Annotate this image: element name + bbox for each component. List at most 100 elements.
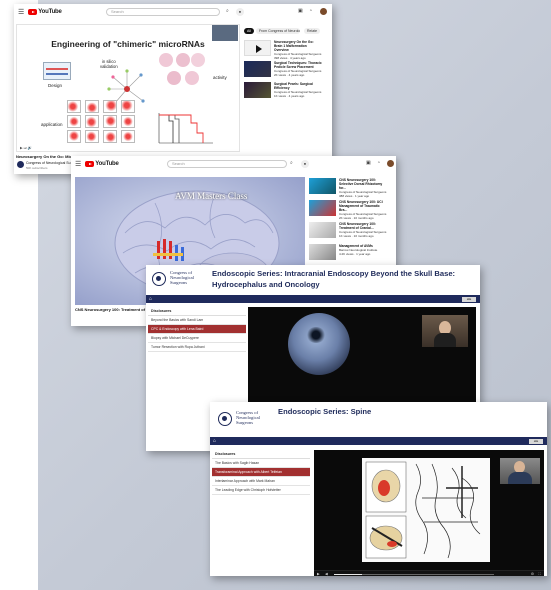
related-video[interactable]: Management of AVMs Barrow Neurological In… bbox=[309, 244, 387, 260]
org-name: Congress of Neurological Surgeons bbox=[170, 270, 194, 285]
progress-fill bbox=[334, 573, 362, 575]
related-video[interactable]: Surgical Techniques: Thoracic Pedicle Sc… bbox=[244, 61, 322, 77]
prev-next-buttons[interactable]: ◂ ▸ bbox=[529, 438, 543, 444]
course-header: Congress of Neurological Surgeons Endosc… bbox=[210, 402, 547, 434]
video-title: CNS Neurosurgery 100: Selective Dorsal R… bbox=[339, 178, 383, 190]
video-meta: 4.2K views · 1 year ago bbox=[339, 252, 371, 256]
chapter-list: Disclosures The Basics with Sagib Hasan … bbox=[212, 450, 310, 495]
video-title: CNS Neurosurgery 100: Treatment of A bbox=[75, 307, 149, 312]
spine-illustration bbox=[365, 461, 481, 559]
chapter-list: Disclosures Beyond the Basics with Sandi… bbox=[148, 307, 246, 352]
search-input[interactable]: Search bbox=[106, 8, 220, 16]
label-application: application bbox=[41, 122, 63, 127]
chapter-item[interactable]: Interlaminar Approach with Mark Mahan bbox=[212, 477, 310, 486]
video-thumbnail bbox=[309, 178, 336, 194]
related-video[interactable]: CNS Neurosurgery 100: Treatment of Crani… bbox=[309, 222, 387, 238]
youtube-play-icon bbox=[85, 161, 95, 167]
play-icon bbox=[256, 45, 262, 53]
video-thumbnail bbox=[309, 222, 336, 238]
search-input[interactable]: Search bbox=[167, 160, 287, 168]
related-video[interactable]: CNS Neurosurgery 100: UCI Management of … bbox=[309, 200, 387, 220]
video-title: Neurosurgery On the Go: Micr bbox=[16, 154, 72, 159]
design-diagram bbox=[43, 62, 71, 80]
chip-from-cns[interactable]: From Congress of Neurologi... bbox=[256, 28, 300, 34]
bell-icon[interactable]: ◔ bbox=[377, 160, 380, 166]
slide-title: Engineering of "chimeric" microRNAs bbox=[51, 39, 205, 49]
menu-icon[interactable]: ☰ bbox=[18, 8, 24, 16]
chapter-item-active[interactable]: CPC & Endoscopy with Lena Baird bbox=[148, 325, 246, 334]
presenter-webcam bbox=[422, 315, 468, 347]
facs-plot-grid bbox=[67, 100, 137, 144]
youtube-logo[interactable]: YouTube bbox=[85, 161, 119, 167]
chip-related[interactable]: Relate bbox=[304, 28, 321, 34]
home-icon[interactable]: ⌂ bbox=[149, 296, 152, 302]
play-icon[interactable]: ▶ bbox=[317, 572, 320, 576]
video-thumbnail bbox=[309, 200, 336, 216]
mic-icon[interactable]: ● bbox=[301, 160, 309, 168]
video-meta: 2K views · 10 months ago bbox=[339, 216, 374, 220]
chapter-item[interactable]: The Leading Edge with Christoph Hofstett… bbox=[212, 486, 310, 495]
chapter-heading[interactable]: Disclosures bbox=[212, 450, 310, 459]
window-cns-spine: Congress of Neurological Surgeons Endosc… bbox=[210, 402, 547, 576]
chapter-item[interactable]: Tumor Resection with Rupa Juthani bbox=[148, 343, 246, 352]
video-thumbnail bbox=[244, 40, 271, 56]
related-video[interactable]: Surgical Pearls: Surgical Efficiency Cong… bbox=[244, 82, 322, 98]
youtube-topbar: ☰ YouTube Search ⌕ ● ▣ ◔ bbox=[14, 4, 332, 20]
cns-logo bbox=[152, 272, 166, 286]
video-overlay-title: AVM Masters Class bbox=[175, 191, 248, 201]
youtube-topbar: ☰ YouTube Search ⌕ ● ▣ ◔ bbox=[71, 156, 396, 172]
chip-all[interactable]: All bbox=[244, 28, 254, 34]
video-player[interactable]: Engineering of "chimeric" microRNAs Desi… bbox=[16, 24, 240, 152]
channel-avatar[interactable] bbox=[17, 161, 24, 168]
subscriber-count: 50K subscribers bbox=[26, 166, 48, 170]
video-title: Surgical Pearls: Surgical Efficiency bbox=[274, 82, 313, 90]
video-meta: 1K views · 4 years ago bbox=[274, 94, 305, 98]
video-title: CNS Neurosurgery 100: Treatment of Crani… bbox=[339, 222, 377, 230]
chapter-item[interactable]: Beyond the Basics with Sandi Lam bbox=[148, 316, 246, 325]
avatar[interactable] bbox=[320, 8, 327, 15]
video-player[interactable]: ▶ ◀ ⚙ ⛶ bbox=[314, 450, 544, 576]
video-title: CNS Neurosurgery 100: UCI Management of … bbox=[339, 200, 383, 212]
chapter-item-active[interactable]: Transforaminal Approach with Albert Telf… bbox=[212, 468, 310, 477]
label-in-silico: in silico validation bbox=[100, 59, 118, 69]
search-icon[interactable]: ⌕ bbox=[290, 160, 293, 166]
related-video[interactable]: CNS Neurosurgery 100: Selective Dorsal R… bbox=[309, 178, 387, 198]
window-youtube-microrna: ☰ YouTube Search ⌕ ● ▣ ◔ Engineering of … bbox=[14, 4, 332, 174]
home-icon[interactable]: ⌂ bbox=[213, 438, 216, 444]
video-meta: 388 views · 1 year ago bbox=[339, 194, 370, 198]
prev-next-buttons[interactable]: ◂ ▸ bbox=[462, 296, 476, 302]
menu-icon[interactable]: ☰ bbox=[75, 160, 81, 168]
label-design: Design bbox=[48, 83, 63, 88]
bell-icon[interactable]: ◔ bbox=[309, 8, 312, 14]
survival-curve bbox=[158, 113, 213, 144]
video-thumbnail bbox=[244, 61, 271, 77]
related-video[interactable]: Neurosurgery On the Go: Brain 1 Malforma… bbox=[244, 40, 322, 60]
player-controls[interactable]: ▶ ⏭ 🔊 bbox=[17, 146, 239, 151]
mic-icon[interactable]: ● bbox=[236, 8, 244, 16]
search-icon[interactable]: ⌕ bbox=[226, 8, 229, 14]
video-meta: 2K views · 4 years ago bbox=[274, 73, 305, 77]
chapter-heading[interactable]: Disclosures bbox=[148, 307, 246, 316]
cns-logo bbox=[218, 412, 232, 426]
create-icon[interactable]: ▣ bbox=[298, 8, 303, 14]
channel-name[interactable]: Congress of Neurological Su bbox=[26, 161, 74, 165]
player-controls[interactable]: ▶ ◀ ⚙ ⛶ bbox=[314, 570, 544, 576]
fullscreen-icon[interactable]: ⛶ bbox=[539, 572, 541, 576]
activity-tissue-images bbox=[159, 53, 205, 87]
nav-bar: ⌂ ◂ ▸ bbox=[210, 437, 547, 445]
chip-row: All From Congress of Neurologi... Relate bbox=[244, 28, 332, 36]
video-thumbnail bbox=[244, 82, 271, 98]
youtube-logo[interactable]: YouTube bbox=[28, 9, 62, 15]
course-title: Endoscopic Series: Spine bbox=[278, 407, 372, 416]
anatomy-slide bbox=[362, 458, 490, 562]
endoscope-view bbox=[288, 313, 350, 375]
avatar[interactable] bbox=[387, 160, 394, 167]
create-icon[interactable]: ▣ bbox=[366, 160, 371, 166]
course-title: Endoscopic Series: Intracranial Endoscop… bbox=[212, 269, 456, 289]
settings-icon[interactable]: ⚙ bbox=[531, 572, 534, 576]
video-meta: 1K views · 10 months ago bbox=[339, 234, 374, 238]
chapter-item[interactable]: Biopsy with Michael DeCuypere bbox=[148, 334, 246, 343]
chapter-item[interactable]: The Basics with Sagib Hasan bbox=[212, 459, 310, 468]
org-name: Congress of Neurological Surgeons bbox=[236, 410, 260, 425]
volume-icon[interactable]: ◀ bbox=[325, 572, 328, 576]
